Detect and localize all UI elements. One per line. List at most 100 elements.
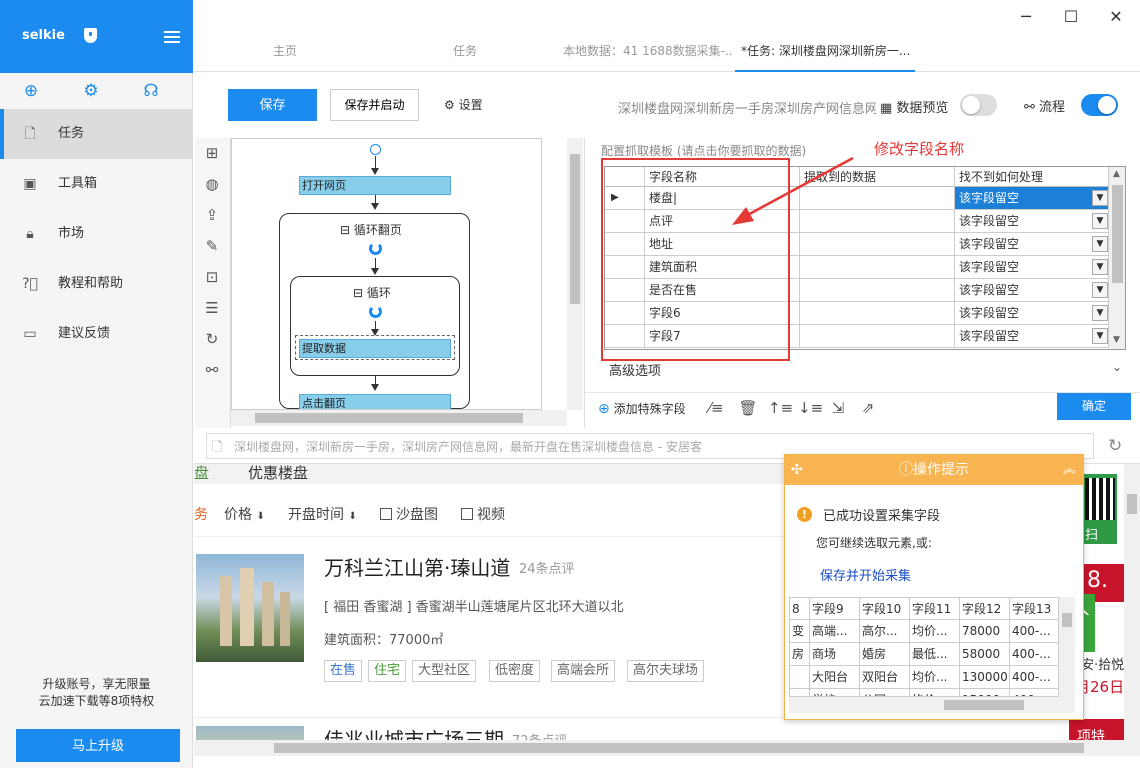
handling-select[interactable]: 该字段留空 ▼ [955, 187, 1109, 210]
preview-cell [790, 689, 810, 696]
save-start-collect-link[interactable]: 保存并开始采集 [820, 565, 911, 584]
listing-reviews[interactable]: 24条点评 [519, 558, 575, 577]
filter-video[interactable]: 视频 [461, 504, 505, 524]
extracted-data-cell[interactable] [800, 325, 955, 348]
flow-toggle[interactable] [1081, 94, 1118, 116]
shield-icon[interactable] [84, 28, 97, 43]
extracted-data-cell[interactable] [800, 302, 955, 325]
flow-vertical-scrollbar[interactable] [567, 138, 583, 410]
node-extract-data[interactable]: 提取数据 [299, 339, 451, 358]
list-icon[interactable]: ☰ [203, 299, 221, 317]
handling-select[interactable]: 该字段留空 ▼ [955, 210, 1109, 233]
handling-select[interactable]: 该字段留空 ▼ [955, 233, 1109, 256]
trash-icon[interactable]: 🗑︎ [738, 398, 758, 418]
tag[interactable]: 高端会所 [551, 660, 616, 682]
popup-table-vscroll[interactable] [1059, 597, 1075, 697]
external-link-icon[interactable]: ⇗ [858, 398, 878, 418]
preview-cell: 均价... [910, 620, 960, 643]
data-preview-toggle-label: ▦ 数据预览 [880, 97, 948, 116]
listing-photo[interactable] [196, 554, 304, 662]
checkbox[interactable] [380, 508, 392, 520]
save-and-start-button[interactable]: 保存并启动 [330, 89, 419, 121]
popup-table-hscroll[interactable] [789, 697, 1075, 713]
chevron-down-icon[interactable]: ▼ [1092, 259, 1108, 275]
upgrade-button[interactable]: 马上升级 [16, 729, 180, 762]
settings-button[interactable]: ⚙ 设置 [444, 96, 483, 113]
preview-icon[interactable]: ⊡ [203, 268, 221, 286]
popup-header[interactable]: ✣ ⓘ操作提示 ︽ [785, 455, 1083, 485]
handling-select[interactable]: 该字段留空 ▼ [955, 325, 1109, 348]
edit-icon[interactable]: ✎ [203, 237, 221, 255]
listing-address[interactable]: [ 福田 香蜜湖 ] 香蜜湖半山莲塘尾片区北环大道以北 [324, 596, 624, 615]
tag[interactable]: 高尔夫球场 [627, 660, 705, 682]
toggle-knob [1098, 96, 1116, 114]
headset-icon[interactable]: ☊ [142, 82, 160, 100]
save-button[interactable]: 保存 [228, 89, 317, 121]
chevron-down-icon[interactable]: ▼ [1092, 236, 1108, 252]
listing-title[interactable]: 万科兰江山第·瑧山道 [324, 552, 510, 581]
grid-scrollbar[interactable]: ▲ ▼ [1109, 167, 1125, 349]
tab-home[interactable]: 主页 [273, 30, 297, 72]
sidebar-item-market[interactable]: 🔒︎ 市场 [0, 209, 193, 259]
flow-horizontal-scrollbar[interactable] [231, 410, 567, 426]
minimize-icon[interactable]: ─ [1017, 8, 1035, 26]
tab-tasks[interactable]: 任务 [453, 30, 477, 72]
chevron-down-icon[interactable]: ▼ [1092, 282, 1108, 298]
rename-icon[interactable]: ⁄≡ [706, 398, 726, 418]
filter-price[interactable]: 价格 ⬇ [224, 504, 265, 524]
extracted-data-cell[interactable] [800, 233, 955, 256]
chevron-down-icon[interactable]: ▼ [1092, 190, 1108, 206]
sidebar-item-help[interactable]: ?⃝ 教程和帮助 [0, 259, 193, 309]
page-icon: 🗋 [212, 440, 223, 455]
checkbox[interactable] [461, 508, 473, 520]
handling-select[interactable]: 该字段留空 ▼ [955, 256, 1109, 279]
handling-select[interactable]: 该字段留空 ▼ [955, 302, 1109, 325]
tag[interactable]: 住宅 [368, 660, 407, 682]
chevron-down-icon[interactable]: ▼ [1092, 213, 1108, 229]
move-up-icon[interactable]: ↑≡ [768, 398, 793, 418]
page-horizontal-scrollbar[interactable] [194, 740, 1124, 756]
reload-icon[interactable]: ↻ [1108, 436, 1122, 456]
node-open-page[interactable]: 打开网页 [299, 176, 451, 195]
tag[interactable]: 在售 [324, 660, 363, 682]
new-tab-icon[interactable]: ⊞ [203, 144, 221, 162]
collapse-icon[interactable]: ︽ [1063, 455, 1076, 485]
share-icon[interactable]: ⇪ [203, 206, 221, 224]
extracted-data-cell[interactable] [800, 256, 955, 279]
sidebar-item-toolbox[interactable]: ▣ 工具箱 [0, 159, 193, 209]
tab-current-task[interactable]: *任务: 深圳楼盘网深圳新房一... [735, 30, 915, 72]
gear-icon[interactable]: ⚙ [82, 82, 100, 100]
add-special-field-button[interactable]: ⊕ 添加特殊字段 [598, 400, 686, 417]
filter-open-time[interactable]: 开盘时间 ⬇ [288, 504, 357, 524]
shrink-icon[interactable]: ⇲ [828, 398, 848, 418]
hierarchy-icon[interactable]: ⚯ [203, 361, 221, 379]
sidebar-item-task[interactable]: 🗋 任务 [0, 109, 193, 159]
refresh-icon[interactable]: ↻ [203, 330, 221, 348]
move-icon[interactable]: ✣ [791, 455, 803, 485]
menu-icon[interactable] [164, 31, 180, 43]
maximize-icon[interactable]: ☐ [1062, 8, 1080, 26]
close-icon[interactable]: ✕ [1107, 8, 1125, 26]
tab-local-data[interactable]: 本地数据：41 1688数据采集-... [563, 30, 733, 72]
add-circle-icon[interactable]: ⊕ [22, 82, 40, 100]
listing-tab-a[interactable]: 盘 [194, 464, 209, 483]
mouse-icon[interactable]: ◍ [203, 175, 221, 193]
node-click-next-page[interactable]: 点击翻页 [299, 394, 451, 409]
chevron-down-icon[interactable]: ⌄ [1112, 360, 1122, 374]
sidebar-item-feedback[interactable]: ▭ 建议反馈 [0, 309, 193, 359]
data-preview-toggle[interactable] [960, 94, 997, 116]
ok-button[interactable]: 确定 [1057, 393, 1131, 420]
preview-cell: 15000 [960, 689, 1010, 696]
filter-service[interactable]: 务 [194, 504, 208, 524]
chevron-down-icon[interactable]: ▼ [1092, 328, 1108, 344]
handling-select[interactable]: 该字段留空 ▼ [955, 279, 1109, 302]
filter-sandbox[interactable]: 沙盘图 [380, 504, 438, 524]
tag[interactable]: 大型社区 [412, 660, 477, 682]
advanced-options[interactable]: 高级选项 [609, 360, 661, 379]
move-down-icon[interactable]: ↓≡ [798, 398, 823, 418]
tag[interactable]: 低密度 [489, 660, 541, 682]
extracted-data-cell[interactable] [800, 279, 955, 302]
chevron-down-icon[interactable]: ▼ [1092, 305, 1108, 321]
page-vertical-scrollbar[interactable] [1124, 464, 1140, 756]
listing-tab-b[interactable]: 优惠楼盘 [248, 464, 308, 483]
